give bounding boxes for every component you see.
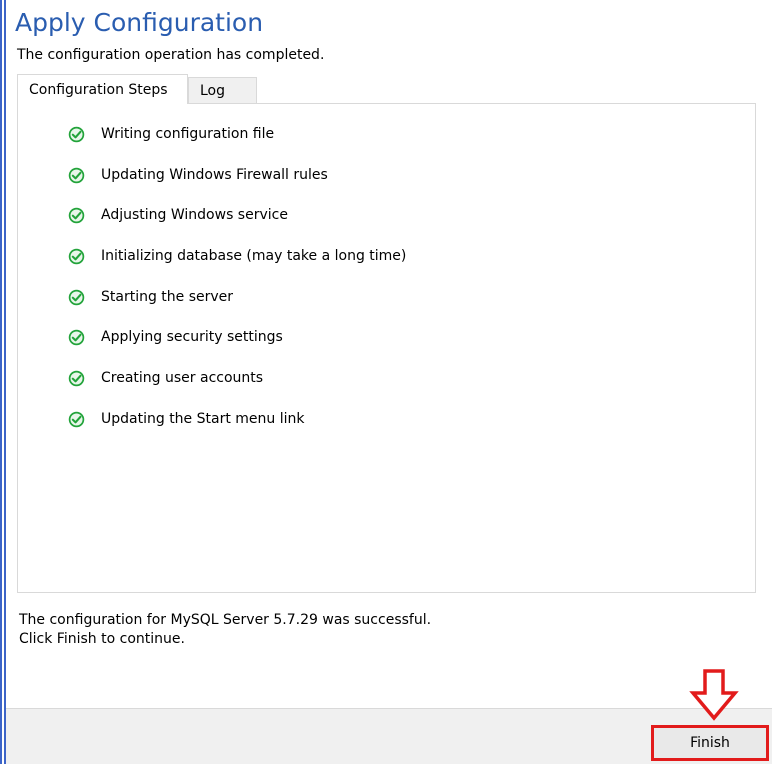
step-item: Updating the Start menu link xyxy=(68,407,304,431)
step-item: Applying security settings xyxy=(68,325,283,349)
check-circle-icon xyxy=(68,248,85,264)
page-title: Apply Configuration xyxy=(15,8,264,37)
check-circle-icon xyxy=(68,411,85,427)
step-item: Adjusting Windows service xyxy=(68,203,288,227)
configuration-window: Apply Configuration The configuration op… xyxy=(0,0,772,764)
step-item: Creating user accounts xyxy=(68,366,263,390)
tab-configuration-steps-label: Configuration Steps xyxy=(29,81,168,98)
page-subtitle: The configuration operation has complete… xyxy=(17,47,325,63)
step-label: Adjusting Windows service xyxy=(101,207,288,223)
step-label: Starting the server xyxy=(101,289,234,305)
step-item: Writing configuration file xyxy=(68,122,274,146)
result-message: The configuration for MySQL Server 5.7.2… xyxy=(19,611,431,649)
tab-log-label: Log xyxy=(200,82,226,99)
step-item: Updating Windows Firewall rules xyxy=(68,163,328,187)
check-circle-icon xyxy=(68,370,85,386)
step-item: Initializing database (may take a long t… xyxy=(68,244,406,268)
step-item: Starting the server xyxy=(68,285,233,309)
step-label: Updating the Start menu link xyxy=(101,411,305,427)
result-message-line: The configuration for MySQL Server 5.7.2… xyxy=(19,612,432,628)
finish-button[interactable]: Finish xyxy=(651,725,769,761)
step-label: Writing configuration file xyxy=(101,126,275,142)
window-left-border xyxy=(0,0,6,764)
check-circle-icon xyxy=(68,167,85,183)
finish-button-label: Finish xyxy=(690,735,730,751)
step-label: Updating Windows Firewall rules xyxy=(101,167,328,183)
tab-log[interactable]: Log xyxy=(188,77,257,103)
tab-configuration-steps[interactable]: Configuration Steps xyxy=(17,74,188,104)
check-circle-icon xyxy=(68,329,85,345)
step-label: Initializing database (may take a long t… xyxy=(101,248,407,264)
result-message-line: Click Finish to continue. xyxy=(19,631,185,647)
step-label: Applying security settings xyxy=(101,329,283,345)
step-label: Creating user accounts xyxy=(101,370,264,386)
configuration-steps-panel: Writing configuration file Updating Wind… xyxy=(17,103,756,593)
check-circle-icon xyxy=(68,289,85,305)
check-circle-icon xyxy=(68,207,85,223)
down-arrow-icon xyxy=(689,669,739,721)
check-circle-icon xyxy=(68,126,85,142)
